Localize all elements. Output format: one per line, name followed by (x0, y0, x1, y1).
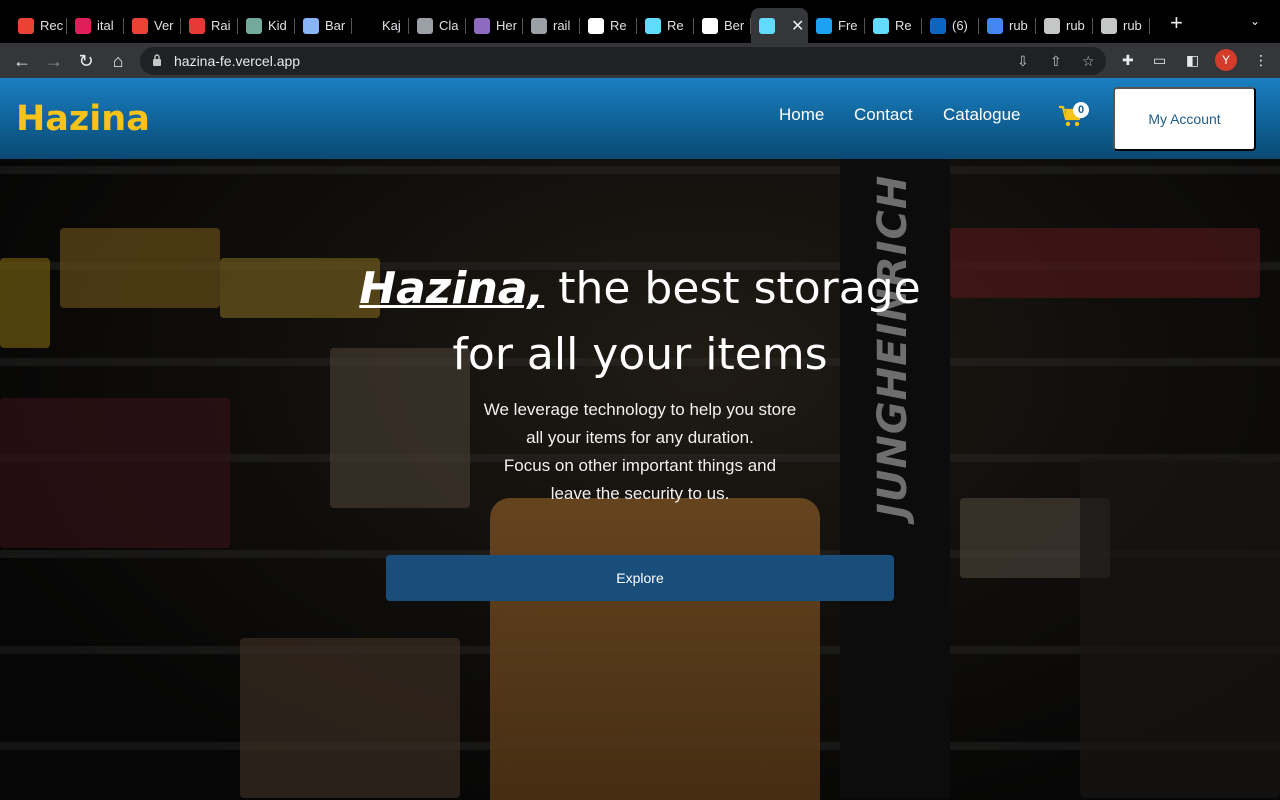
browser-tab-label: Kaj (382, 18, 401, 33)
hero-description-line: all your items for any duration. (526, 428, 754, 447)
browser-tab[interactable]: Rec (10, 8, 67, 43)
browser-tab-label: rub (1123, 18, 1142, 33)
browser-tab-label: Re (667, 18, 684, 33)
hero-headline-rest: the best storage (544, 263, 921, 314)
browser-tab-label: Bar (325, 18, 346, 33)
browser-tab[interactable]: rail (523, 8, 580, 43)
browser-tab-label: Ver (154, 18, 174, 33)
url-text: hazina-fe.vercel.app (174, 53, 301, 69)
my-account-button[interactable]: My Account (1113, 87, 1256, 151)
slack-icon (75, 17, 91, 34)
browser-tab[interactable]: rub (979, 8, 1036, 43)
close-tab-icon[interactable]: ✕ (791, 16, 804, 36)
site-logo[interactable]: Hazina (16, 99, 150, 139)
browser-tab[interactable]: rub (1036, 8, 1093, 43)
react-icon (873, 17, 889, 34)
forward-icon[interactable]: → (42, 49, 66, 73)
blank-icon (360, 17, 376, 34)
heroku-icon (474, 17, 490, 34)
linkedin-icon (930, 17, 946, 34)
hero-description-line: leave the security to us. (550, 484, 730, 503)
browser-tab[interactable]: Cla (409, 8, 466, 43)
mark-icon (588, 17, 604, 34)
menu-icon[interactable]: ⋮ (1254, 52, 1268, 69)
browser-tab[interactable]: Kid (238, 8, 295, 43)
hero-headline-line2: for all your items (452, 329, 828, 380)
browser-tab[interactable]: Ver (124, 8, 181, 43)
browser-tab[interactable]: Bar (295, 8, 352, 43)
side-panel-icon[interactable]: ◧ (1186, 52, 1199, 69)
browser-tab[interactable]: Ber (694, 8, 751, 43)
nav-link-home[interactable]: Home (779, 105, 824, 125)
browser-tab[interactable]: Re (580, 8, 637, 43)
cast-icon[interactable]: ▭ (1153, 52, 1166, 69)
browser-tab[interactable]: (6) (922, 8, 979, 43)
browser-tab-label: Cla (439, 18, 459, 33)
new-tab-button[interactable]: + (1170, 12, 1183, 34)
browser-tab[interactable]: ✕ (751, 8, 808, 43)
rubygems-icon (1101, 17, 1117, 34)
browser-tab[interactable]: Fre (808, 8, 865, 43)
react-icon (645, 17, 661, 34)
react-icon (759, 17, 775, 34)
browser-tab-label: Her (496, 18, 517, 33)
browser-tab-label: Rec (40, 18, 64, 33)
browser-tab-label: Fre (838, 18, 858, 33)
nav-link-contact[interactable]: Contact (854, 105, 913, 125)
explore-button[interactable]: Explore (386, 555, 894, 601)
back-icon[interactable]: ← (10, 49, 34, 73)
browser-tab[interactable]: Kaj (352, 8, 409, 43)
cloud-icon (417, 17, 433, 34)
extensions-icon[interactable]: ✚ (1122, 52, 1134, 69)
sparkle-icon (303, 17, 319, 34)
nav-link-catalogue[interactable]: Catalogue (943, 105, 1021, 125)
browser-tab-label: ital (97, 18, 114, 33)
c-icon (816, 17, 832, 34)
gmail-icon (132, 17, 148, 34)
browser-tab-label: rub (1009, 18, 1028, 33)
tab-search-icon[interactable]: ⌄ (1250, 14, 1260, 28)
address-bar[interactable]: hazina-fe.vercel.app ⇩ ⇧ ☆ (140, 47, 1106, 75)
browser-toolbar: ← → ↻ ⌂ hazina-fe.vercel.app ⇩ ⇧ ☆ ✚ ▭ ◧… (0, 43, 1280, 78)
hero-brand-name: Hazina, (359, 263, 545, 314)
browser-tab-label: Rai (211, 18, 231, 33)
browser-tab-label: Ber (724, 18, 745, 33)
hero-description-line: Focus on other important things and (503, 456, 777, 475)
page-viewport: JUNGHEINRICH Hazina Home Contact Catalog… (0, 78, 1280, 800)
gmail-icon (18, 17, 34, 34)
tab-separator (1149, 18, 1150, 34)
hero-headline: Hazina, the best storage for all your it… (300, 256, 980, 388)
github-icon (702, 17, 718, 34)
browser-tab[interactable]: rub (1093, 8, 1150, 43)
share-icon[interactable]: ⇧ (1050, 53, 1062, 70)
browser-tab-label: rub (1066, 18, 1085, 33)
browser-tab[interactable]: Re (637, 8, 694, 43)
loader-icon (189, 17, 205, 34)
browser-tab[interactable]: Rai (181, 8, 238, 43)
hero-description-line: We leverage technology to help you store (483, 400, 797, 419)
browser-tab-label: Kid (268, 18, 287, 33)
rubygems-icon (1044, 17, 1060, 34)
browser-tab-label: rail (553, 18, 571, 33)
browser-tab[interactable]: Re (865, 8, 922, 43)
browser-tab[interactable]: Her (466, 8, 523, 43)
bookmark-star-icon[interactable]: ☆ (1082, 53, 1095, 70)
profile-avatar[interactable]: Y (1215, 49, 1237, 71)
site-navbar: Hazina Home Contact Catalogue 0 My Accou… (0, 78, 1280, 159)
chatgpt-icon (246, 17, 262, 34)
google-icon (987, 17, 1003, 34)
browser-tab-label: Re (610, 18, 627, 33)
home-icon[interactable]: ⌂ (106, 49, 130, 73)
cart-count-badge: 0 (1073, 102, 1089, 118)
browser-tab-label: Re (895, 18, 912, 33)
browser-tab-label: (6) (952, 18, 968, 33)
install-icon[interactable]: ⇩ (1017, 53, 1029, 70)
browser-tab[interactable]: ital (67, 8, 124, 43)
browser-tab-strip: Rec ital Ver Rai Kid Bar Kaj Cla Her rail Re Re Ber ✕… (0, 0, 1280, 43)
reload-icon[interactable]: ↻ (74, 49, 98, 73)
lock-icon (153, 54, 161, 66)
globe-icon (531, 17, 547, 34)
hero-description: We leverage technology to help you store… (390, 396, 890, 508)
